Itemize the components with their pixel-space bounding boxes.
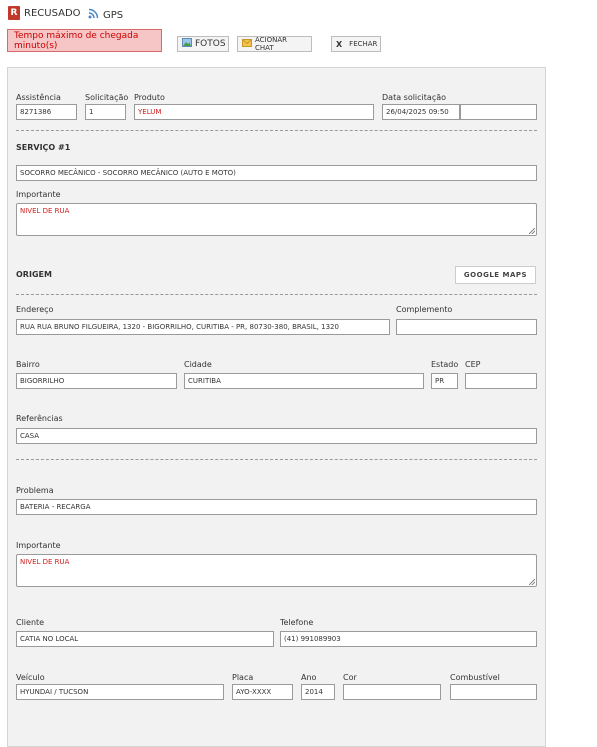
veiculo-label: Veículo xyxy=(16,673,45,682)
solicitacao-field[interactable]: 1 xyxy=(85,104,126,120)
close-icon: X xyxy=(336,39,343,49)
solicitacao-label: Solicitação xyxy=(85,93,129,102)
problema-importante-textarea[interactable]: NIVEL DE RUA xyxy=(16,554,537,587)
resize-grip-icon[interactable] xyxy=(529,228,535,234)
gps-label: GPS xyxy=(103,9,124,21)
produto-label: Produto xyxy=(134,93,165,102)
alert-banner: Tempo máximo de chegada minuto(s) xyxy=(7,29,162,52)
fechar-button[interactable]: X FECHAR xyxy=(331,36,381,52)
cor-label: Cor xyxy=(343,673,357,682)
photo-icon xyxy=(182,38,192,50)
bairro-label: Bairro xyxy=(16,360,40,369)
servico-title: SERVIÇO #1 xyxy=(16,143,71,152)
servico-field[interactable]: SOCORRO MECÂNICO - SOCORRO MECÂNICO (AUT… xyxy=(16,165,537,181)
resize-grip-icon[interactable] xyxy=(529,579,535,585)
problema-label: Problema xyxy=(16,486,54,495)
cor-field[interactable] xyxy=(343,684,441,700)
servico-importante-label: Importante xyxy=(16,190,61,199)
fotos-label: FOTOS xyxy=(195,39,226,49)
assistencia-field[interactable]: 8271386 xyxy=(16,104,77,120)
divider xyxy=(16,294,537,295)
cidade-label: Cidade xyxy=(184,360,212,369)
endereco-field[interactable]: RUA RUA BRUNO FILGUEIRA, 1320 - BIGORRIL… xyxy=(16,319,390,335)
servico-importante-textarea[interactable]: NIVEL DE RUA xyxy=(16,203,537,236)
cep-label: CEP xyxy=(465,360,481,369)
referencias-label: Referências xyxy=(16,414,63,423)
combustivel-field[interactable] xyxy=(450,684,537,700)
gps-link[interactable]: GPS xyxy=(88,8,123,22)
placa-field[interactable]: AYO-XXXX xyxy=(232,684,293,700)
produto-field[interactable]: YELUM xyxy=(134,104,374,120)
problema-importante-text: NIVEL DE RUA xyxy=(20,558,70,566)
cidade-field[interactable]: CURITIBA xyxy=(184,373,424,389)
rss-icon xyxy=(88,8,99,22)
placa-label: Placa xyxy=(232,673,254,682)
servico-importante-text: NIVEL DE RUA xyxy=(20,207,70,215)
acionar-chat-button[interactable]: ACIONAR CHAT xyxy=(237,36,312,52)
complemento-label: Complemento xyxy=(396,305,453,314)
fechar-label: FECHAR xyxy=(349,40,378,48)
ano-field[interactable]: 2014 xyxy=(301,684,335,700)
fotos-button[interactable]: FOTOS xyxy=(177,36,229,52)
origem-title: ORIGEM xyxy=(16,270,52,279)
problema-field[interactable]: BATERIA - RECARGA xyxy=(16,499,537,515)
estado-label: Estado xyxy=(431,360,459,369)
estado-field[interactable]: PR xyxy=(431,373,458,389)
cep-field[interactable] xyxy=(465,373,537,389)
telefone-field[interactable]: (41) 991089903 xyxy=(280,631,537,647)
status-label: RECUSADO xyxy=(24,7,81,19)
status-indicator: R RECUSADO xyxy=(8,6,81,20)
endereco-label: Endereço xyxy=(16,305,54,314)
data-solicitacao-label: Data solicitação xyxy=(382,93,447,102)
combustivel-label: Combustível xyxy=(450,673,500,682)
referencias-field[interactable]: CASA xyxy=(16,428,537,444)
divider xyxy=(16,130,537,131)
veiculo-field[interactable]: HYUNDAI / TUCSON xyxy=(16,684,224,700)
data-solicitacao-extra-field[interactable] xyxy=(460,104,537,120)
problema-importante-label: Importante xyxy=(16,541,61,550)
google-maps-button[interactable]: GOOGLE MAPS xyxy=(455,266,536,284)
telefone-label: Telefone xyxy=(280,618,314,627)
acionar-chat-label: ACIONAR CHAT xyxy=(255,36,288,52)
envelope-icon xyxy=(242,39,252,49)
divider xyxy=(16,459,537,460)
status-badge: R xyxy=(8,6,20,20)
assistencia-label: Assistência xyxy=(16,93,61,102)
ano-label: Ano xyxy=(301,673,317,682)
data-solicitacao-field[interactable]: 26/04/2025 09:50 xyxy=(382,104,460,120)
cliente-label: Cliente xyxy=(16,618,45,627)
bairro-field[interactable]: BIGORRILHO xyxy=(16,373,177,389)
cliente-field[interactable]: CATIA NO LOCAL xyxy=(16,631,274,647)
complemento-field[interactable] xyxy=(396,319,537,335)
